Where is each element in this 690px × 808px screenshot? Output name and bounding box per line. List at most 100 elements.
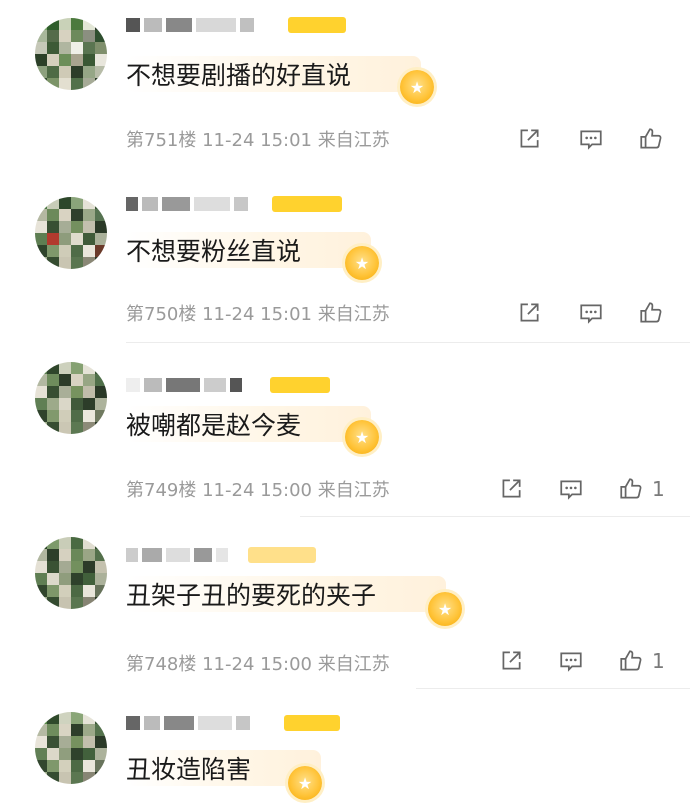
- avatar-pixel: [35, 30, 47, 42]
- avatar-pixel: [83, 78, 95, 90]
- avatar-pixel: [83, 736, 95, 748]
- thumbs-up-icon: [640, 302, 662, 323]
- avatar-pixel: [71, 233, 83, 245]
- avatar-pixel: [83, 54, 95, 66]
- location: 来自江苏: [317, 654, 390, 675]
- avatar-pixel: [35, 549, 47, 561]
- avatar-pixel: [95, 422, 107, 434]
- username-blurred[interactable]: [126, 544, 391, 566]
- avatar-pixel: [59, 724, 71, 736]
- avatar-pixel: [95, 549, 107, 561]
- share-button[interactable]: [514, 124, 544, 154]
- avatar-pixel: [95, 712, 107, 724]
- avatar-pixel: [47, 422, 59, 434]
- avatar-pixel: [83, 398, 95, 410]
- comment-icon: [560, 652, 582, 672]
- avatar-pixel: [95, 736, 107, 748]
- avatar-pixel: [95, 748, 107, 760]
- avatar[interactable]: [35, 18, 107, 90]
- avatar-pixel: [35, 760, 47, 772]
- like-button[interactable]: [636, 298, 666, 328]
- avatar-pixel: [83, 245, 95, 257]
- avatar-pixel: [71, 561, 83, 573]
- avatar-pixel: [95, 585, 107, 597]
- avatar-pixel: [95, 221, 107, 233]
- avatar-pixel: [47, 724, 59, 736]
- avatar-pixel: [95, 233, 107, 245]
- avatar-pixel: [83, 537, 95, 549]
- pixelated-block: [234, 197, 248, 211]
- avatar-pixel: [35, 410, 47, 422]
- avatar-pixel: [47, 54, 59, 66]
- avatar-pixel: [71, 398, 83, 410]
- pixelated-block: [164, 716, 194, 730]
- avatar-pixel: [59, 66, 71, 78]
- avatar-pixel: [35, 362, 47, 374]
- avatar-pixel: [83, 724, 95, 736]
- comment-text: 不想要剧播的好直说: [126, 56, 422, 92]
- avatar[interactable]: [35, 712, 107, 784]
- reply-button[interactable]: [556, 474, 586, 504]
- avatar[interactable]: [35, 537, 107, 609]
- star-medal-icon: ★: [400, 70, 434, 104]
- avatar-pixel: [35, 724, 47, 736]
- avatar-pixel: [83, 760, 95, 772]
- floor-number: 第750楼: [126, 304, 197, 325]
- reply-button[interactable]: [576, 124, 606, 154]
- avatar-pixel: [95, 374, 107, 386]
- username-blurred[interactable]: [126, 374, 391, 396]
- share-button[interactable]: [496, 646, 526, 676]
- floor-number: 第751楼: [126, 130, 197, 151]
- avatar-pixel: [95, 30, 107, 42]
- avatar-pixel: [71, 736, 83, 748]
- star-medal-icon: ★: [288, 766, 322, 800]
- like-button[interactable]: [636, 124, 666, 154]
- avatar-pixel: [71, 573, 83, 585]
- avatar-pixel: [71, 374, 83, 386]
- username-blurred[interactable]: [126, 712, 391, 734]
- share-button[interactable]: [496, 474, 526, 504]
- avatar-pixel: [83, 585, 95, 597]
- divider: [300, 516, 690, 517]
- avatar-pixel: [35, 209, 47, 221]
- comment-text: 不想要粉丝直说: [126, 232, 372, 268]
- fan-badge: [284, 715, 340, 731]
- avatar-pixel: [47, 18, 59, 30]
- avatar-pixel: [95, 42, 107, 54]
- avatar-pixel: [35, 257, 47, 269]
- like-button[interactable]: [616, 474, 646, 504]
- pixelated-block: [194, 197, 230, 211]
- avatar[interactable]: [35, 362, 107, 434]
- pixelated-block: [230, 378, 242, 392]
- share-icon: [520, 129, 539, 148]
- avatar-pixel: [59, 257, 71, 269]
- avatar-pixel: [95, 78, 107, 90]
- like-button[interactable]: [616, 646, 646, 676]
- avatar-pixel: [95, 245, 107, 257]
- avatar-pixel: [95, 362, 107, 374]
- share-button[interactable]: [514, 298, 544, 328]
- divider: [416, 688, 690, 689]
- comment-text: 被嘲都是赵今麦: [126, 406, 372, 442]
- action-bar: [514, 298, 672, 328]
- avatar-pixel: [47, 30, 59, 42]
- fan-badge: [288, 17, 346, 33]
- avatar-pixel: [71, 362, 83, 374]
- comment-meta: 第748楼 11-24 15:00 来自江苏: [126, 650, 390, 676]
- reply-button[interactable]: [556, 646, 586, 676]
- avatar-pixel: [59, 410, 71, 422]
- avatar-pixel: [71, 597, 83, 609]
- avatar-pixel: [83, 66, 95, 78]
- username-blurred[interactable]: [126, 193, 391, 215]
- avatar-pixel: [47, 712, 59, 724]
- reply-button[interactable]: [576, 298, 606, 328]
- username-blurred[interactable]: [126, 14, 391, 36]
- avatar-pixel: [83, 374, 95, 386]
- avatar-pixel: [95, 18, 107, 30]
- star-medal-icon: ★: [345, 420, 379, 454]
- comment-text: 丑架子丑的要死的夹子: [126, 576, 447, 612]
- timestamp: 11-24 15:00: [202, 654, 312, 675]
- avatar-pixel: [71, 66, 83, 78]
- avatar-pixel: [71, 209, 83, 221]
- avatar[interactable]: [35, 197, 107, 269]
